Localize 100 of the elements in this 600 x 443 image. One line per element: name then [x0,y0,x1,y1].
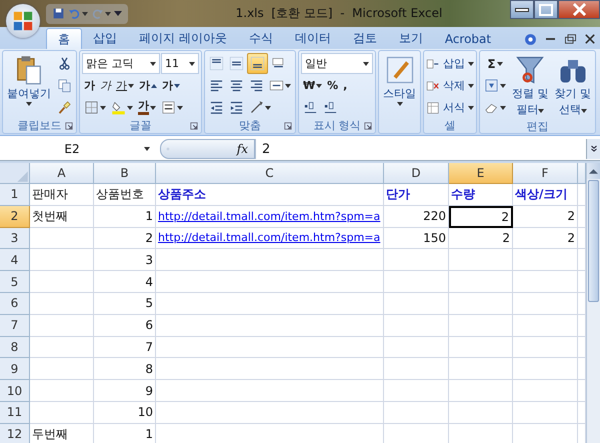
row-header[interactable]: 8 [0,336,30,358]
cell-delete-button[interactable]: 삭제 [426,75,474,96]
scroll-thumb[interactable] [588,180,599,302]
down-arrow-icon [174,84,180,88]
dialog-launcher-button[interactable] [64,121,74,131]
merge-cells-icon [269,78,284,93]
table-cell: 2 [449,206,513,228]
column-header[interactable]: E [449,163,513,184]
table-cell [449,380,513,402]
table-cell [384,314,449,337]
column-header[interactable]: C [156,163,384,184]
ribbon-tab[interactable]: 홈 [46,28,82,49]
column-header[interactable]: D [384,163,449,184]
dialog-launcher-button[interactable] [283,121,293,131]
find-button[interactable]: 찾기 및 선택 [552,53,593,119]
help-icon [524,32,536,46]
ribbon-tab[interactable]: 검토 [342,28,388,49]
table-cell [30,249,94,272]
table-cell [384,402,449,424]
grow-button[interactable]: 가 [137,75,159,96]
row-header[interactable]: 3 [0,228,30,250]
table-cell [30,380,94,402]
dialog-launcher-button[interactable] [363,121,373,131]
paint-bucket-icon [111,100,126,115]
table-cell [30,292,94,315]
ribbon-tab[interactable]: Acrobat [434,28,502,49]
row-header[interactable]: 1 [0,184,30,206]
table-cell [513,358,578,380]
caret-icon [363,62,369,66]
row-header[interactable]: 4 [0,249,30,272]
hyperlink-cell[interactable]: http://detail.tmall.com/item.htm?spm=a [156,228,384,250]
percent-button[interactable]: % [325,75,340,96]
row-header[interactable]: 7 [0,314,30,337]
row-header[interactable]: 5 [0,271,30,293]
expand-formula-button[interactable] [586,139,600,159]
dialog-launcher-button[interactable] [189,121,199,131]
close-button[interactable] [558,0,600,19]
table-cell: 10 [94,402,156,424]
scroll-up-button[interactable] [587,163,600,179]
group-label: 글꼴 [130,118,152,133]
align-bottom-button[interactable] [247,53,268,74]
vertical-scrollbar[interactable] [586,163,600,443]
caret-icon [150,62,156,66]
font-size-combo[interactable]: 11 [161,53,199,74]
cell-insert-button[interactable]: 삽입 [426,53,474,74]
row-header[interactable]: 9 [0,358,30,380]
group-label: 클립보드 [18,118,62,133]
row-header[interactable]: 10 [0,380,30,402]
name-box[interactable]: E2 [0,139,154,159]
ribbon-tab[interactable]: 데이터 [284,28,342,49]
comma-button[interactable]: , [341,75,350,96]
table-cell: 2 [449,228,513,250]
column-header[interactable]: F [513,163,578,184]
row-header[interactable]: 11 [0,402,30,424]
insert-function-button[interactable]: fx [236,142,248,156]
group-label: 표시 형식 [313,118,361,133]
font-name-combo[interactable]: 맑은 고딕 [82,53,160,74]
office-button[interactable] [6,4,40,38]
shrink-button[interactable]: 가 [160,75,182,96]
row-header[interactable]: 2 [0,206,30,228]
column-header[interactable]: A [30,163,94,184]
cell-format-button[interactable]: 서식 [426,97,474,118]
table-cell: 1 [94,206,156,228]
italic-button[interactable]: 가 [98,75,113,96]
save-button[interactable] [52,6,65,22]
currency-button[interactable]: ₩ [301,75,324,96]
table-cell [30,358,94,380]
table-cell [30,228,94,250]
ribbon-tab[interactable]: 페이지 레이아웃 [128,28,238,49]
decimal-icon [323,100,338,115]
number-format-combo[interactable]: 일반 [301,53,373,74]
table-cell [449,402,513,424]
table-cell: 8 [94,358,156,380]
style-button[interactable]: 스타일 [381,53,418,118]
paste-button[interactable]: 붙여넣기 [5,53,53,118]
group-label: 편집 [526,119,548,134]
ribbon-tab[interactable]: 삽입 [82,28,128,49]
table-cell [449,292,513,315]
table-cell: 단가 [384,184,449,206]
row-header[interactable]: 12 [0,424,30,443]
table-cell [384,271,449,293]
sum-button[interactable]: Σ [482,53,508,74]
underline-button[interactable]: 가 [114,75,136,96]
table-cell [384,249,449,272]
row-header[interactable]: 6 [0,292,30,315]
ribbon-tab[interactable]: 수식 [238,28,284,49]
hyperlink-cell[interactable]: http://detail.tmall.com/item.htm?spm=a [156,206,384,228]
table-cell: 판매자 [30,184,94,206]
font-color-button[interactable]: 가 [136,97,158,118]
office-logo-icon [12,10,34,32]
minimize-icon [515,8,529,12]
column-header[interactable]: B [94,163,156,184]
table-cell: 상품번호 [94,184,156,206]
close-icon [585,34,595,44]
ribbon-tab[interactable]: 보기 [388,28,434,49]
maximize-button[interactable] [534,0,558,19]
minimize-button[interactable] [510,0,534,19]
bold-button[interactable]: 가 [82,75,97,96]
table-cell: 5 [94,292,156,315]
sort-filter-button[interactable]: 정렬 및 필터 [510,53,550,119]
